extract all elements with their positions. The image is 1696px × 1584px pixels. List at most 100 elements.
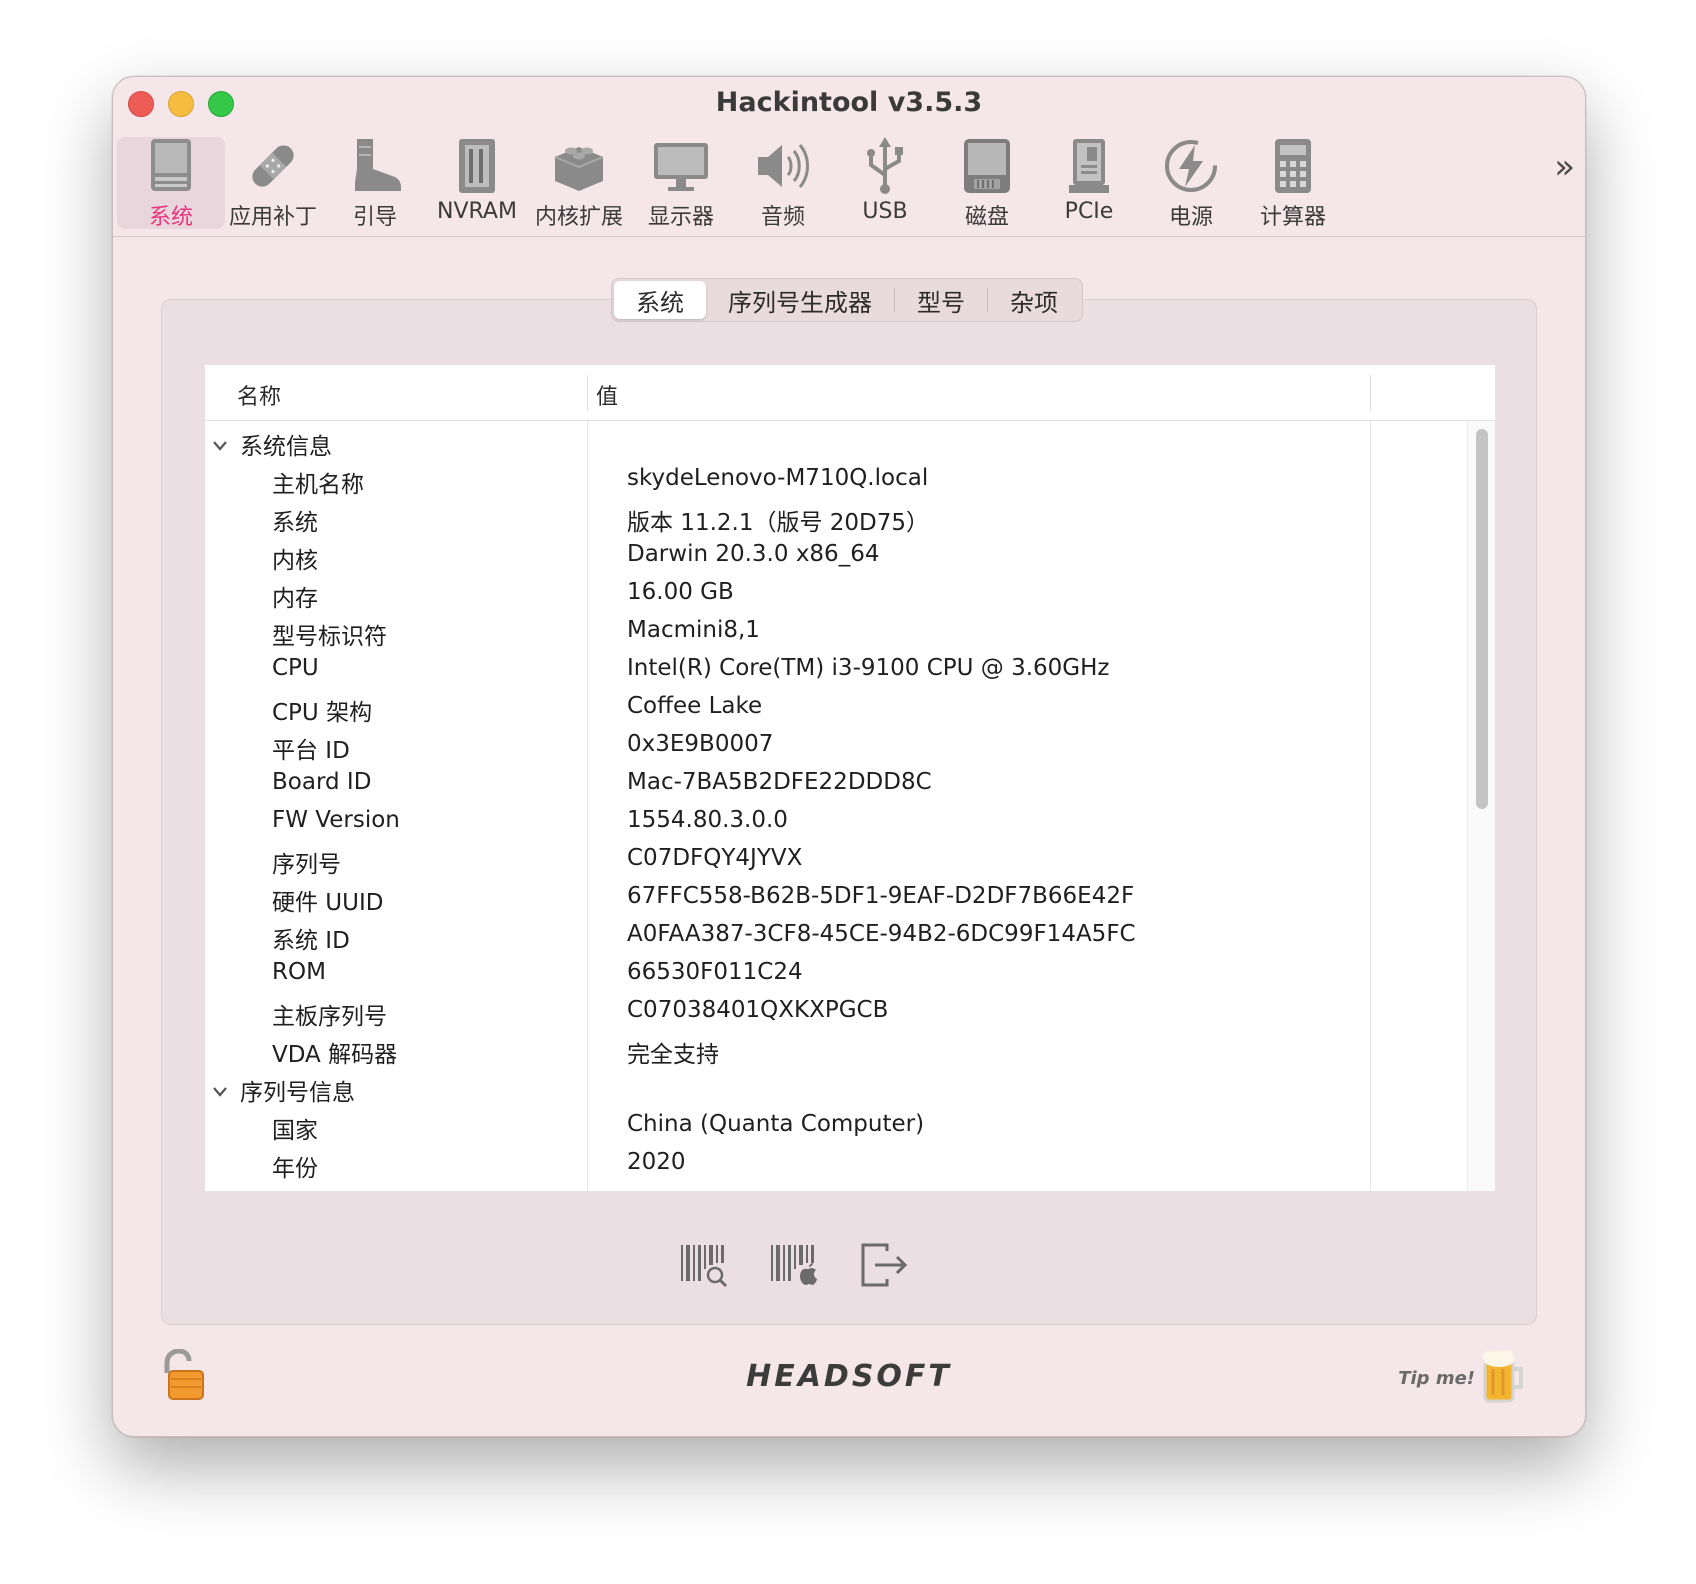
titlebar: Hackintool v3.5.3 系统 应用补丁 引导 NVRAM 内核扩展 显示器 音频… <box>113 77 1585 237</box>
toolbar-overflow-button[interactable]: » <box>1554 147 1575 187</box>
row-name: 内核 <box>272 548 318 574</box>
row-value: 0x3E9B0007 <box>627 731 774 757</box>
table-row[interactable]: Board ID Mac-7BA5B2DFE22DDD8C <box>205 764 1467 802</box>
beer-mug-icon <box>1483 1350 1523 1403</box>
table-row[interactable]: ROM 66530F011C24 <box>205 954 1467 992</box>
row-value: 67FFC558-B62B-5DF1-9EAF-D2DF7B66E42F <box>627 883 1135 909</box>
table-group-row[interactable]: 系统信息 <box>205 422 1467 460</box>
export-icon <box>861 1243 908 1287</box>
window-title: Hackintool v3.5.3 <box>715 87 983 118</box>
row-name: CPU 架构 <box>272 700 373 726</box>
toolbar-item-label: USB <box>862 199 908 224</box>
toolbar-item-label: 电源 <box>1168 205 1213 230</box>
row-value: China (Quanta Computer) <box>627 1111 925 1137</box>
toolbar-item-system[interactable]: 系统 <box>117 137 225 230</box>
table-body: 系统信息 主机名称 skydeLenovo-M710Q.local 系统 版本 11.… <box>205 422 1467 1182</box>
table-row[interactable]: 主板序列号 C07038401QXKXPGCB <box>205 992 1467 1030</box>
row-name: 系统信息 <box>240 434 332 460</box>
row-name: 年份 <box>272 1156 318 1182</box>
column-header-name[interactable]: 名称 <box>237 379 281 411</box>
row-name: 系统 <box>272 510 318 536</box>
toolbar-item-calculator[interactable]: 计算器 <box>1239 137 1347 230</box>
toolbar: 系统 应用补丁 引导 NVRAM 内核扩展 显示器 音频 USB 磁盘 PCIe 电源 计算器 <box>117 137 1517 230</box>
toolbar-item-audio[interactable]: 音频 <box>729 137 837 230</box>
row-name: ROM <box>272 959 326 985</box>
toolbar-item-patch[interactable]: 应用补丁 <box>219 137 327 230</box>
row-value: A0FAA387-3CF8-45CE-94B2-6DC99F14A5FC <box>627 921 1136 947</box>
bandage-icon <box>238 137 308 195</box>
usb-icon <box>850 137 920 195</box>
toolbar-item-label: 应用补丁 <box>228 205 317 230</box>
table-row[interactable]: CPU 架构 Coffee Lake <box>205 688 1467 726</box>
row-name: 型号标识符 <box>272 624 387 650</box>
table-row[interactable]: 系统 版本 11.2.1（版号 20D75） <box>205 498 1467 536</box>
row-value: 2020 <box>627 1149 686 1175</box>
toolbar-item-disks[interactable]: 磁盘 <box>933 137 1041 230</box>
headsoft-logo[interactable]: HEADSOFT <box>113 1359 1585 1394</box>
row-value: C07038401QXKXPGCB <box>627 997 889 1023</box>
table-row[interactable]: 平台 ID 0x3E9B0007 <box>205 726 1467 764</box>
toolbar-item-kexts[interactable]: 内核扩展 <box>525 137 633 230</box>
row-name: 系统 ID <box>272 928 350 954</box>
toolbar-item-label: PCIe <box>1064 199 1114 224</box>
table-row[interactable]: 内核 Darwin 20.3.0 x86_64 <box>205 536 1467 574</box>
row-value: 版本 11.2.1（版号 20D75） <box>627 510 930 536</box>
toolbar-item-label: 显示器 <box>647 205 714 230</box>
table-row[interactable]: FW Version 1554.80.3.0.0 <box>205 802 1467 840</box>
table-row[interactable]: 国家 China (Quanta Computer) <box>205 1106 1467 1144</box>
tip-me-label[interactable]: Tip me! <box>1398 1368 1475 1389</box>
pcie-card-icon <box>1054 137 1124 195</box>
barcode-model-button[interactable] <box>765 1235 825 1295</box>
toolbar-item-boot[interactable]: 引导 <box>321 137 429 230</box>
toolbar-item-displays[interactable]: 显示器 <box>627 137 735 230</box>
barcode-search-icon <box>681 1245 728 1288</box>
table-row[interactable]: CPU Intel(R) Core(TM) i3-9100 CPU @ 3.60G… <box>205 650 1467 688</box>
table-row[interactable]: VDA 解码器 完全支持 <box>205 1030 1467 1068</box>
tip-me-button[interactable] <box>1479 1347 1527 1405</box>
toolbar-item-nvram[interactable]: NVRAM <box>423 137 531 229</box>
tab-system[interactable]: 系统 <box>614 281 706 319</box>
toolbar-item-pcie[interactable]: PCIe <box>1035 137 1143 229</box>
toolbar-item-usb[interactable]: USB <box>831 137 939 229</box>
export-button[interactable] <box>855 1235 915 1295</box>
computer-icon <box>136 137 206 195</box>
row-value: Coffee Lake <box>627 693 763 719</box>
row-name: 硬件 UUID <box>272 890 384 916</box>
row-name: Board ID <box>272 769 372 795</box>
table-row[interactable]: 内存 16.00 GB <box>205 574 1467 612</box>
disk-icon <box>952 137 1022 195</box>
toolbar-item-power[interactable]: 电源 <box>1137 137 1245 230</box>
row-value: skydeLenovo-M710Q.local <box>627 465 929 491</box>
table-row[interactable]: 年份 2020 <box>205 1144 1467 1182</box>
barcode-search-button[interactable] <box>675 1235 735 1295</box>
row-value: 66530F011C24 <box>627 959 803 985</box>
column-divider <box>1370 375 1371 411</box>
table-group-row[interactable]: 序列号信息 <box>205 1068 1467 1106</box>
app-window: Hackintool v3.5.3 系统 应用补丁 引导 NVRAM 内核扩展 显示器 音频… <box>112 76 1586 1437</box>
scrollbar-thumb[interactable] <box>1476 429 1488 809</box>
system-info-table[interactable]: 名称 值 系统信息 主机名称 skydeLenovo-M710Q.local 系统 版… <box>205 365 1495 1191</box>
toolbar-item-label: 内核扩展 <box>534 205 623 230</box>
tab-model[interactable]: 型号 <box>895 281 987 319</box>
vertical-scrollbar[interactable] <box>1467 421 1495 1191</box>
tab-serial-generator[interactable]: 序列号生成器 <box>706 281 894 319</box>
speaker-icon <box>748 137 818 195</box>
row-name: 平台 ID <box>272 738 350 764</box>
row-value: Mac-7BA5B2DFE22DDD8C <box>627 769 932 795</box>
table-row[interactable]: 主机名称 skydeLenovo-M710Q.local <box>205 460 1467 498</box>
row-name: CPU <box>272 655 319 681</box>
tab-misc[interactable]: 杂项 <box>988 281 1080 319</box>
table-row[interactable]: 型号标识符 Macmini8,1 <box>205 612 1467 650</box>
toolbar-item-label: NVRAM <box>437 199 517 224</box>
table-row[interactable]: 系统 ID A0FAA387-3CF8-45CE-94B2-6DC99F14A5F… <box>205 916 1467 954</box>
chevron-down-icon[interactable] <box>211 1079 229 1097</box>
toolbar-item-label: 音频 <box>760 205 805 230</box>
table-row[interactable]: 硬件 UUID 67FFC558-B62B-5DF1-9EAF-D2DF7B66E… <box>205 878 1467 916</box>
toolbar-item-label: 系统 <box>148 205 193 230</box>
table-row[interactable]: 序列号 C07DFQY4JYVX <box>205 840 1467 878</box>
row-value: 16.00 GB <box>627 579 734 605</box>
column-header-value[interactable]: 值 <box>596 379 618 411</box>
toolbar-item-label: 引导 <box>352 205 397 230</box>
chevron-down-icon[interactable] <box>211 433 229 451</box>
row-name: 主板序列号 <box>272 1004 387 1030</box>
